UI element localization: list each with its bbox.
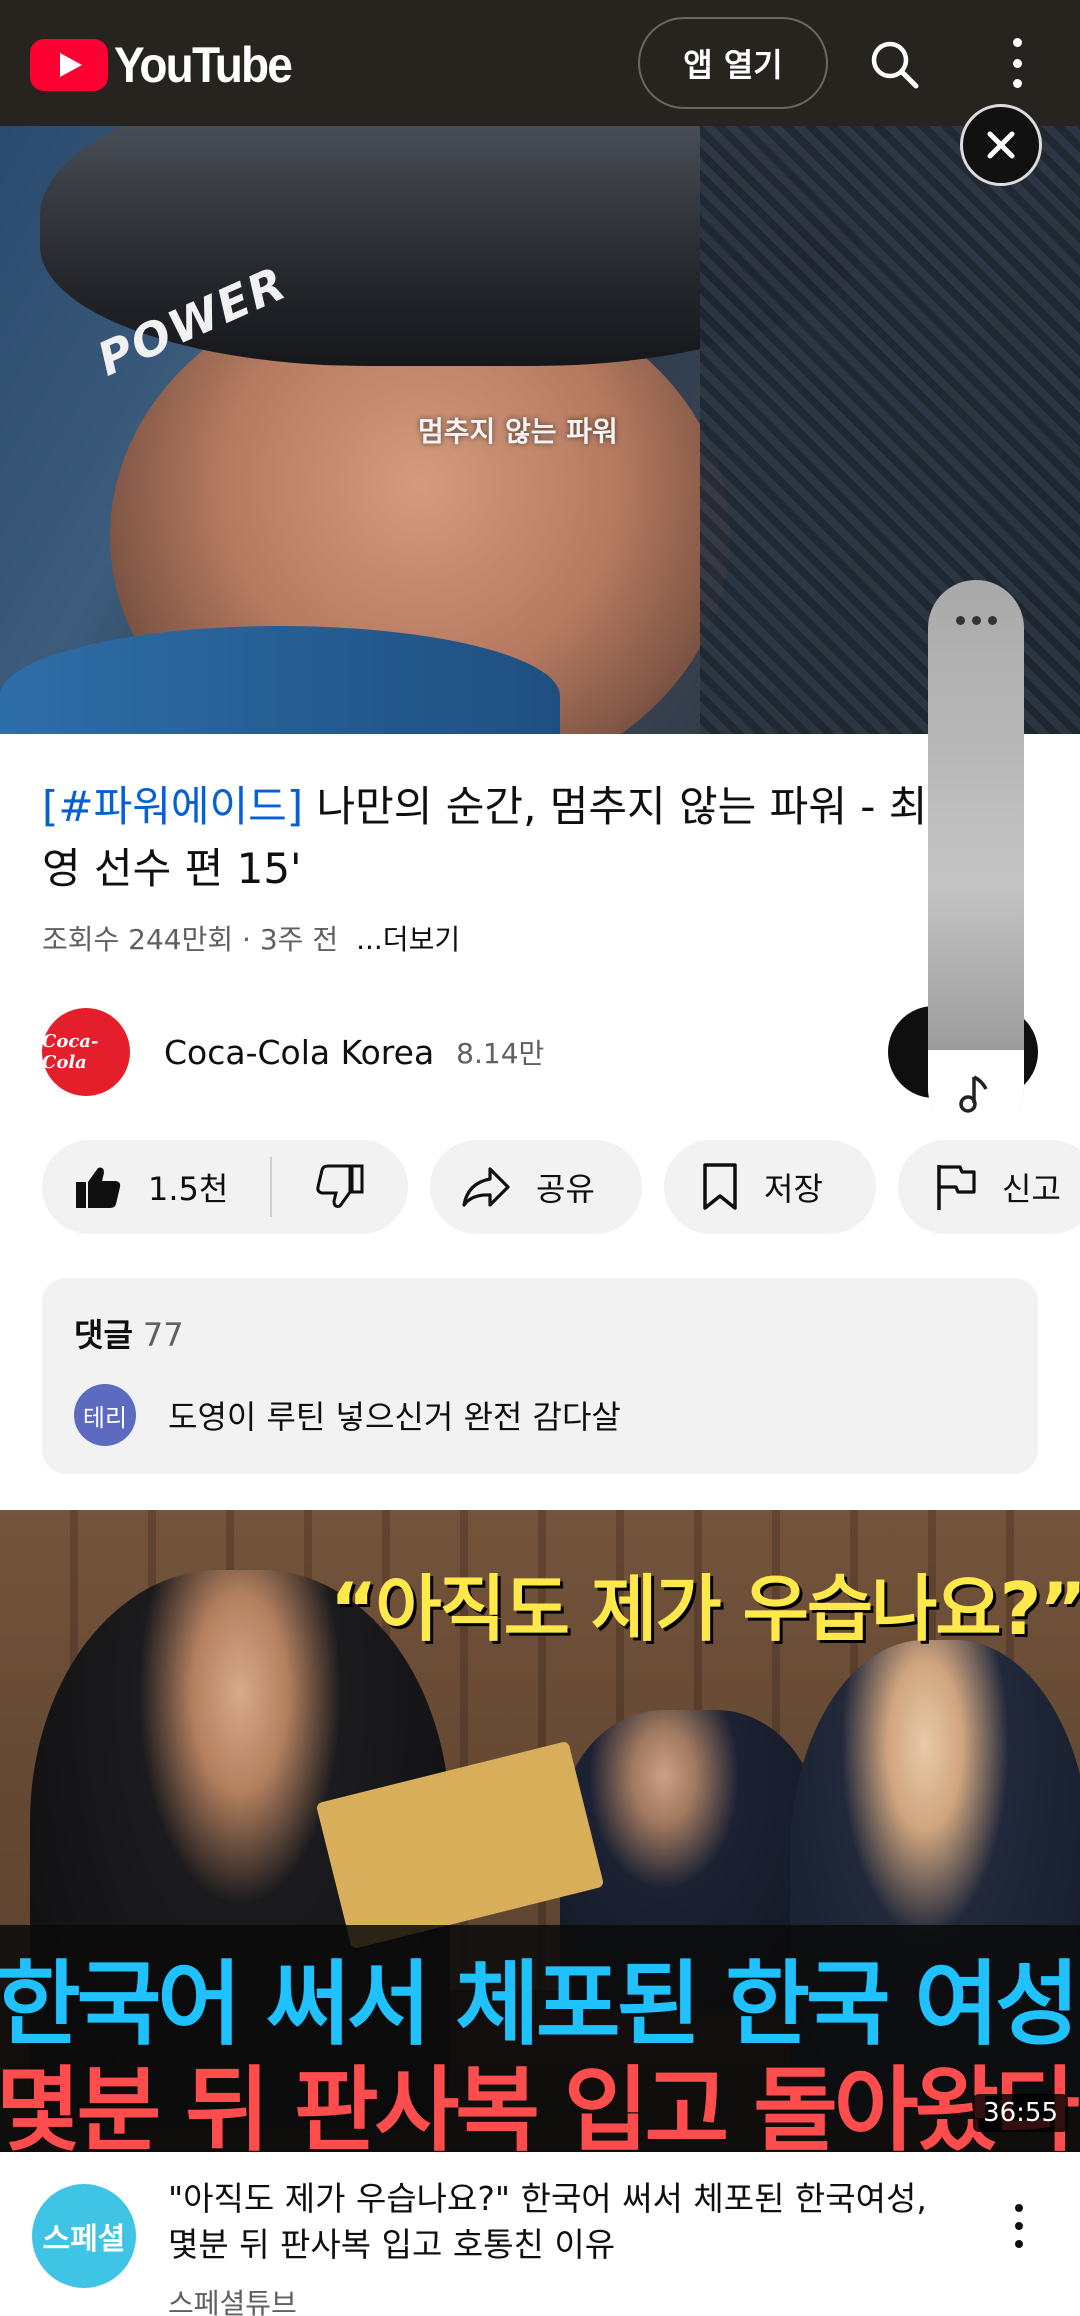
report-button[interactable]: 신고 — [898, 1140, 1080, 1234]
share-button[interactable]: 공유 — [430, 1140, 642, 1234]
bookmark-icon — [700, 1162, 740, 1212]
open-app-button[interactable]: 앱 열기 — [638, 17, 828, 109]
thumb-headline-2: 몇분 뒤 판사복 입고 돌아왔다 — [0, 2057, 1080, 2152]
upload-age: 3주 전 — [259, 923, 339, 956]
save-label: 저장 — [764, 1170, 823, 1208]
top-app-bar: YouTube 앱 열기 — [0, 0, 1080, 126]
video-title-hashtag[interactable]: [#파워에이드] — [42, 782, 303, 831]
top-comment-text: 도영이 루틴 넣으신거 완전 감다살 — [168, 1398, 621, 1436]
report-label: 신고 — [1002, 1170, 1061, 1208]
duration-badge: 36:55 — [973, 2094, 1068, 2132]
dislike-button[interactable] — [272, 1164, 408, 1210]
video-title[interactable]: [#파워에이드] 나만의 순간, 멈추지 않는 파워 - 최 영 선수 편 15… — [42, 776, 1042, 900]
thumb-down-icon — [316, 1164, 364, 1210]
floating-side-panel[interactable] — [928, 580, 1024, 1136]
video-meta: 조회수 244만회 · 3주 전 ...더보기 — [42, 918, 460, 958]
player-caption: 멈추지 않는 파워 — [418, 415, 618, 448]
channel-name[interactable]: Coca-Cola Korea — [164, 1033, 434, 1072]
like-count: 1.5천 — [148, 1170, 229, 1208]
comments-count: 77 — [142, 1316, 184, 1354]
share-label: 공유 — [536, 1170, 595, 1208]
save-button[interactable]: 저장 — [664, 1140, 876, 1234]
flag-icon — [934, 1162, 978, 1212]
channel-avatar[interactable]: Coca-Cola — [42, 1008, 130, 1096]
share-icon — [460, 1165, 512, 1209]
next-video-channel-avatar[interactable]: 스페셜 — [32, 2184, 136, 2288]
close-icon[interactable] — [960, 104, 1042, 186]
video-title-line2: 영 선수 편 15' — [42, 844, 302, 893]
comments-panel[interactable]: 댓글 77 테리 도영이 루틴 넣으신거 완전 감다살 — [42, 1278, 1038, 1474]
action-bar: 1.5천 공유 저장 신고 — [42, 1140, 1080, 1234]
subscriber-count: 8.14만 — [456, 1037, 545, 1070]
view-count: 조회수 244만회 — [42, 923, 234, 956]
search-icon[interactable] — [866, 36, 922, 92]
next-video-title[interactable]: "아직도 제가 우습나요?" 한국어 써서 체포된 한국여성, 몇분 뒤 판사복… — [168, 2176, 948, 2268]
more-horiz-icon[interactable] — [928, 616, 1024, 625]
like-button[interactable]: 1.5천 — [42, 1157, 272, 1217]
commenter-avatar: 테리 — [74, 1384, 136, 1446]
next-video-channel-name[interactable]: 스페셜튜브 — [168, 2282, 297, 2316]
youtube-play-icon — [30, 39, 108, 91]
comments-header: 댓글 77 — [74, 1316, 184, 1354]
next-video-thumbnail[interactable]: “아직도 제가 우습나요?” 한국어 써서 체포된 한국 여성 몇분 뒤 판사복… — [0, 1510, 1080, 2152]
thumb-quote: “아직도 제가 우습나요?” — [330, 1567, 1080, 1651]
like-dislike-group: 1.5천 — [42, 1140, 408, 1234]
music-note-icon[interactable] — [928, 1050, 1024, 1136]
channel-row[interactable]: Coca-Cola Coca-Cola Korea 8.14만 — [42, 1008, 544, 1096]
more-vert-icon[interactable] — [1004, 2204, 1034, 2248]
youtube-logo[interactable]: YouTube — [30, 36, 306, 94]
logo-text: YouTube — [114, 37, 293, 93]
more-vert-icon[interactable] — [1000, 38, 1034, 88]
video-title-text: 나만의 순간, 멈추지 않는 파워 - 최 — [303, 782, 928, 831]
video-player[interactable]: POWER 멈추지 않는 파워 — [0, 126, 1080, 734]
more-description-link[interactable]: ...더보기 — [356, 918, 460, 958]
thumb-up-icon — [74, 1164, 122, 1210]
